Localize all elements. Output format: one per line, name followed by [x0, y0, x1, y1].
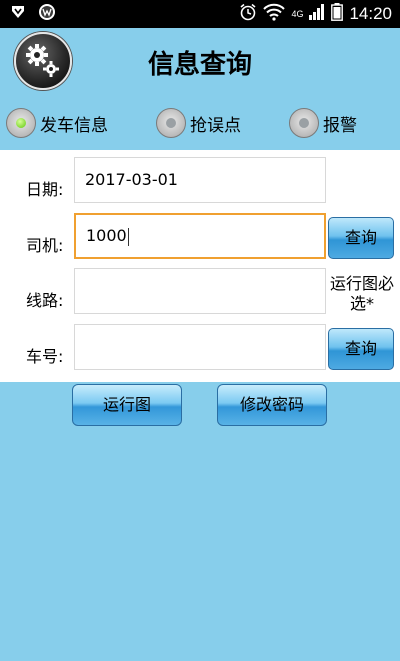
- page-title: 信息查询: [147, 50, 252, 80]
- text-cursor: [127, 227, 129, 246]
- driver-query-button[interactable]: 查询: [328, 217, 394, 259]
- query-form: 日期: 2017-03-01 司机: 1000 查询 线路: 车号: 查询: [0, 150, 400, 382]
- date-value: 2017-03-01: [85, 170, 178, 189]
- radio-departure-info[interactable]: 发车信息: [6, 103, 108, 143]
- battery-icon: [331, 3, 344, 25]
- route-required-note: 运行图必选*: [329, 274, 394, 313]
- radio-label: 发车信息: [40, 115, 108, 136]
- date-label: 日期:: [26, 180, 64, 199]
- wifi-icon: [263, 3, 286, 25]
- network-type-label: 4G: [291, 9, 304, 19]
- route-field[interactable]: [74, 268, 326, 314]
- alarm-clock-icon: [239, 3, 257, 25]
- radio-label: 抢误点: [190, 115, 241, 136]
- radio-checked-icon: [6, 108, 36, 138]
- notification-shield-icon: [10, 4, 26, 24]
- radio-delay[interactable]: 抢误点: [156, 103, 241, 143]
- radio-alarm[interactable]: 报警: [289, 103, 357, 143]
- query-type-radio-group: 发车信息 抢误点 报警: [0, 98, 400, 148]
- app-notification-icon: [38, 3, 56, 25]
- change-password-button[interactable]: 修改密码: [217, 384, 327, 426]
- schedule-button[interactable]: 运行图: [72, 384, 182, 426]
- app-header: 信息查询: [0, 28, 400, 94]
- vehicle-label: 车号:: [26, 347, 64, 366]
- signal-icon: [309, 4, 325, 24]
- vehicle-field[interactable]: [74, 324, 326, 370]
- radio-label: 报警: [323, 115, 357, 136]
- driver-label: 司机:: [26, 236, 64, 255]
- clock-time: 14:20: [349, 4, 392, 23]
- status-bar: 4G 14:20: [0, 0, 400, 28]
- radio-unchecked-icon: [156, 108, 186, 138]
- vehicle-query-button[interactable]: 查询: [328, 328, 394, 370]
- route-label: 线路:: [26, 291, 64, 310]
- date-field[interactable]: 2017-03-01: [74, 157, 326, 203]
- radio-unchecked-icon: [289, 108, 319, 138]
- driver-value: 1000: [86, 226, 127, 245]
- driver-field[interactable]: 1000: [74, 213, 326, 259]
